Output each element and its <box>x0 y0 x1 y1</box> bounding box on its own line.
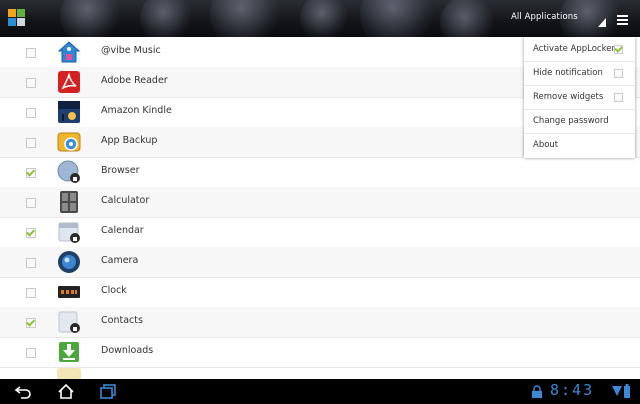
status-clock: 8:43 <box>550 381 595 399</box>
app-name: Calendar <box>101 225 144 236</box>
app-name: Adobe Reader <box>101 75 168 86</box>
menu-item-label: Change password <box>533 116 609 126</box>
remove-widgets-checkbox[interactable] <box>614 93 623 102</box>
list-item[interactable]: Downloads <box>0 337 640 368</box>
menu-item-about[interactable]: About <box>524 133 635 157</box>
menu-item-hide-notification[interactable]: Hide notification <box>524 61 635 86</box>
menu-item-label: About <box>533 140 559 150</box>
list-item[interactable]: Calendar <box>0 217 640 248</box>
app-checkbox[interactable] <box>26 78 36 88</box>
overflow-menu: Activate AppLocker Hide notification Rem… <box>524 37 635 158</box>
calendar-locked-icon <box>58 222 80 243</box>
clock-icon <box>58 286 80 298</box>
app-backup-icon <box>57 132 81 152</box>
signal-icon <box>598 18 606 27</box>
app-name: Contacts <box>101 315 143 326</box>
app-checkbox[interactable] <box>26 348 36 358</box>
adobe-reader-icon <box>58 71 80 93</box>
list-item[interactable]: Contacts <box>0 307 640 338</box>
recent-apps-icon[interactable] <box>99 384 117 400</box>
bokeh-decoration <box>60 0 120 37</box>
hide-notification-checkbox[interactable] <box>614 69 623 78</box>
action-bar: All Applications <box>0 0 640 37</box>
app-checkbox[interactable] <box>26 288 36 298</box>
app-name: Calculator <box>101 195 150 206</box>
list-item[interactable]: Calculator <box>0 187 640 218</box>
menu-item-label: Activate AppLocker <box>533 44 615 54</box>
page-title: All Applications <box>511 12 578 22</box>
applocker-app-icon <box>8 9 26 27</box>
vibe-music-house-icon <box>57 41 81 63</box>
app-checkbox[interactable] <box>26 318 36 328</box>
app-name: Amazon Kindle <box>101 105 172 116</box>
back-icon[interactable] <box>14 384 32 400</box>
battery-icon <box>624 384 630 398</box>
app-checkbox[interactable] <box>26 48 36 58</box>
bokeh-decoration <box>300 0 348 37</box>
app-name: Browser <box>101 165 140 176</box>
menu-item-change-password[interactable]: Change password <box>524 109 635 134</box>
amazon-kindle-icon <box>58 101 80 123</box>
calculator-icon <box>60 191 78 213</box>
app-name: Clock <box>101 285 127 296</box>
partial-next-app-icon <box>57 368 81 379</box>
bokeh-decoration <box>440 0 494 37</box>
home-icon[interactable] <box>57 383 75 400</box>
menu-item-activate-applocker[interactable]: Activate AppLocker <box>524 37 635 62</box>
menu-item-remove-widgets[interactable]: Remove widgets <box>524 85 635 110</box>
browser-globe-locked-icon <box>57 160 80 183</box>
contacts-locked-icon <box>58 311 80 333</box>
list-item[interactable]: Camera <box>0 247 640 278</box>
bokeh-decoration <box>360 0 434 37</box>
menu-item-label: Hide notification <box>533 68 603 78</box>
camera-icon <box>58 251 80 273</box>
app-checkbox[interactable] <box>26 258 36 268</box>
app-name: Camera <box>101 255 139 266</box>
app-checkbox[interactable] <box>26 228 36 238</box>
app-checkbox[interactable] <box>26 138 36 148</box>
overflow-menu-button[interactable] <box>617 15 628 27</box>
app-checkbox[interactable] <box>26 168 36 178</box>
activate-applocker-checkbox[interactable] <box>614 45 623 54</box>
lock-icon <box>532 385 542 398</box>
system-nav-bar: 8:43 <box>0 379 640 404</box>
wifi-icon <box>612 386 622 396</box>
bokeh-decoration <box>140 0 192 37</box>
list-item[interactable]: Clock <box>0 277 640 308</box>
list-item[interactable]: Browser <box>0 157 640 188</box>
app-name: App Backup <box>101 135 158 146</box>
downloads-icon <box>59 342 79 362</box>
app-checkbox[interactable] <box>26 108 36 118</box>
app-name: Downloads <box>101 345 154 356</box>
app-checkbox[interactable] <box>26 198 36 208</box>
bokeh-decoration <box>210 0 280 37</box>
app-name: @vibe Music <box>101 45 161 56</box>
menu-item-label: Remove widgets <box>533 92 604 102</box>
